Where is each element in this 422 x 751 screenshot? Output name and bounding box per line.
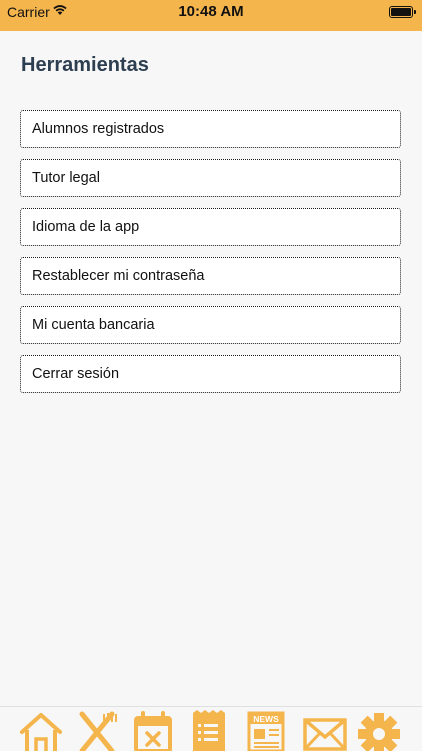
tab-settings[interactable] xyxy=(356,710,402,751)
menu-item-label: Alumnos registrados xyxy=(32,121,165,137)
menu-item-label: Tutor legal xyxy=(32,170,100,186)
utensils-icon xyxy=(79,711,117,751)
tab-documents[interactable] xyxy=(186,710,232,751)
menu-item-label: Restablecer mi contraseña xyxy=(32,268,205,284)
page-title: Herramientas xyxy=(21,54,149,76)
tab-news[interactable]: NEWS xyxy=(246,710,292,751)
menu-item-bank-account[interactable]: Mi cuenta bancaria xyxy=(20,306,401,344)
menu-item-label: Cerrar sesión xyxy=(32,366,120,382)
menu-item-logout[interactable]: Cerrar sesión xyxy=(20,355,401,393)
tab-menu[interactable] xyxy=(74,710,120,751)
menu-item-registered-students[interactable]: Alumnos registrados xyxy=(20,110,401,148)
news-icon: NEWS xyxy=(247,711,285,751)
tab-bar: NEWS xyxy=(0,706,422,751)
tools-menu: Alumnos registrados Tutor legal Idioma d… xyxy=(20,110,401,404)
menu-item-legal-guardian[interactable]: Tutor legal xyxy=(20,159,401,197)
status-bar: Carrier 10:48 AM xyxy=(0,0,422,31)
home-icon xyxy=(20,713,62,751)
battery-icon xyxy=(389,6,416,18)
menu-item-app-language[interactable]: Idioma de la app xyxy=(20,208,401,246)
tab-home[interactable] xyxy=(18,710,64,751)
calendar-absence-icon xyxy=(134,711,172,751)
gear-icon xyxy=(358,713,400,751)
tab-messages[interactable] xyxy=(302,710,348,751)
menu-item-label: Mi cuenta bancaria xyxy=(32,317,155,333)
mail-icon xyxy=(303,718,347,751)
receipt-icon xyxy=(193,710,225,751)
clock: 10:48 AM xyxy=(178,3,244,20)
menu-item-label: Idioma de la app xyxy=(32,219,140,235)
news-label: NEWS xyxy=(253,714,279,724)
menu-item-reset-password[interactable]: Restablecer mi contraseña xyxy=(20,257,401,295)
tab-absences[interactable] xyxy=(130,710,176,751)
